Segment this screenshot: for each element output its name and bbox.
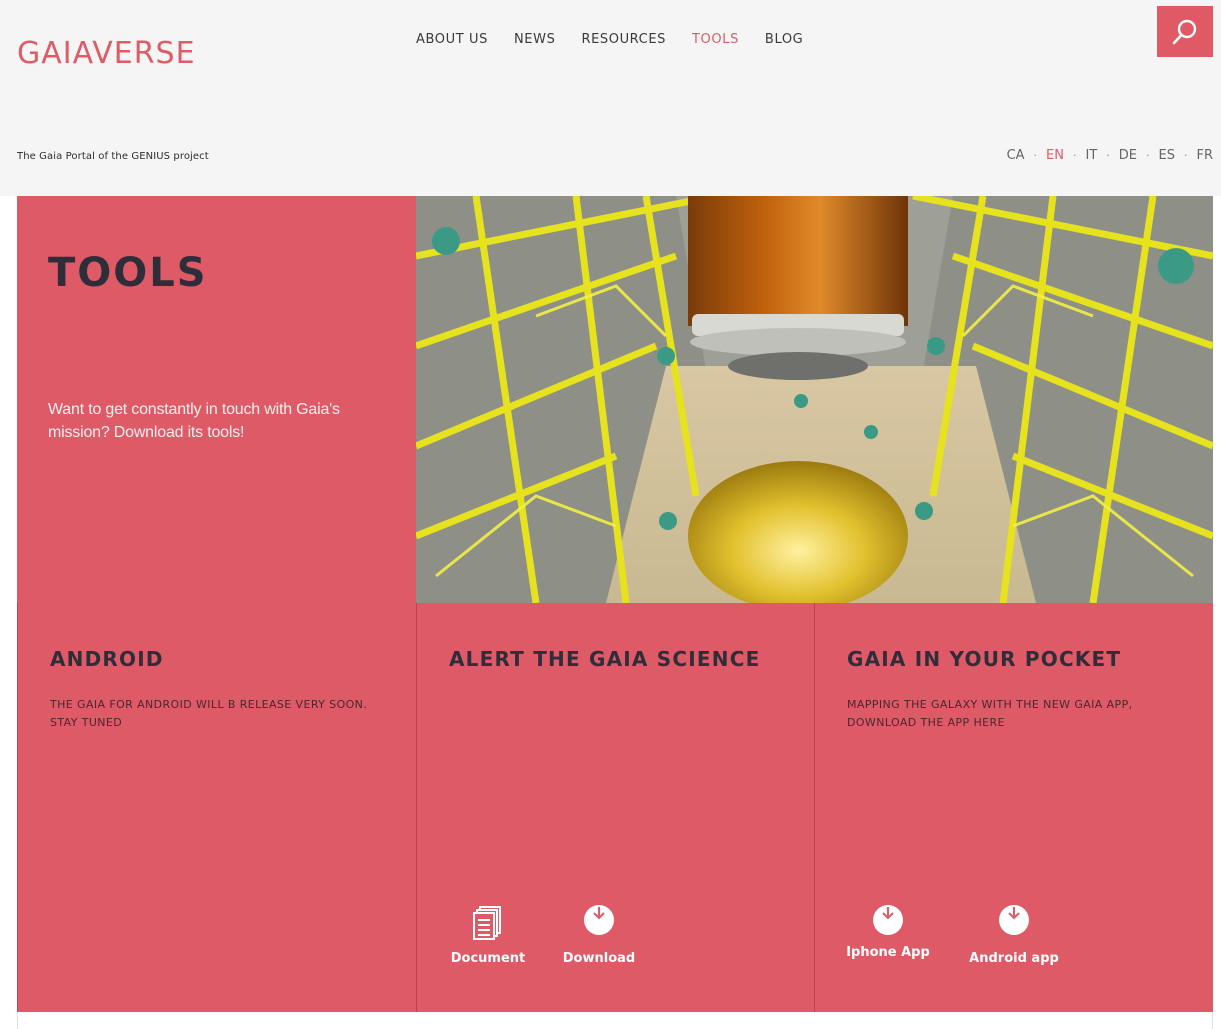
card-description: MAPPING THE GALAXY WITH THE NEW GAIA APP… xyxy=(847,698,1133,729)
hero-intro-text: Want to get constantly in touch with Gai… xyxy=(48,401,340,441)
page-footer-edge xyxy=(17,1012,1213,1029)
site-tagline: The Gaia Portal of the GENIUS project xyxy=(17,151,209,162)
nav-item-tools[interactable]: TOOLS xyxy=(692,32,739,48)
page: GAIAVERSE ABOUT US NEWS RESOURCES TOOLS … xyxy=(0,0,1221,1029)
hero-image xyxy=(416,196,1213,603)
site-logo[interactable]: GAIAVERSE xyxy=(17,36,196,71)
android-app-label: Android app xyxy=(969,951,1059,966)
lang-ca[interactable]: CA xyxy=(1007,148,1025,163)
document-link-label: Document xyxy=(450,951,526,966)
lang-separator: · xyxy=(1073,149,1077,162)
nav-item-blog[interactable]: BLOG xyxy=(765,32,803,48)
card-alert-gaia-science: ALERT THE GAIA SCIENCE Document Download xyxy=(416,603,814,1012)
lang-es[interactable]: ES xyxy=(1159,148,1175,163)
lang-separator: · xyxy=(1146,149,1150,162)
lang-separator: · xyxy=(1033,149,1038,162)
download-link[interactable]: Download xyxy=(559,905,639,966)
iphone-app-label: Iphone App xyxy=(846,945,930,960)
lang-de[interactable]: DE xyxy=(1119,148,1137,163)
nav-item-resources[interactable]: RESOURCES xyxy=(581,32,666,48)
document-icon xyxy=(473,906,501,940)
lang-it[interactable]: IT xyxy=(1086,148,1098,163)
card-android: ANDROID THE GAIA FOR ANDROID WILL B RELE… xyxy=(17,603,416,1012)
card-gaia-in-your-pocket: GAIA IN YOUR POCKET MAPPING THE GALAXY W… xyxy=(814,603,1213,1012)
card-title: ALERT THE GAIA SCIENCE xyxy=(449,647,761,671)
download-link-label: Download xyxy=(562,951,636,966)
lang-en[interactable]: EN xyxy=(1046,148,1064,163)
download-icon xyxy=(584,905,614,935)
nav-item-about-us[interactable]: ABOUT US xyxy=(416,32,488,48)
page-title: TOOLS xyxy=(48,250,208,296)
lang-separator: · xyxy=(1183,149,1188,162)
lang-fr[interactable]: FR xyxy=(1196,148,1213,163)
header: GAIAVERSE ABOUT US NEWS RESOURCES TOOLS … xyxy=(0,0,1221,196)
download-icon xyxy=(873,905,903,935)
document-link[interactable]: Document xyxy=(448,905,528,966)
card-title: GAIA IN YOUR POCKET xyxy=(847,647,1122,671)
card-description: THE GAIA FOR ANDROID WILL B RELEASE VERY… xyxy=(50,698,368,729)
spacecraft-assembly-photo xyxy=(416,196,1213,603)
search-icon xyxy=(1172,19,1197,44)
nav-item-news[interactable]: NEWS xyxy=(514,32,555,48)
hero-panel: TOOLS Want to get constantly in touch wi… xyxy=(17,196,416,603)
main-nav: ABOUT US NEWS RESOURCES TOOLS BLOG xyxy=(416,32,829,48)
card-title: ANDROID xyxy=(50,647,164,671)
search-button[interactable] xyxy=(1157,6,1213,57)
android-app-link[interactable]: Android app xyxy=(969,905,1059,966)
download-icon xyxy=(999,905,1029,935)
iphone-app-link[interactable]: Iphone App xyxy=(843,905,933,960)
language-switcher: CA · EN · IT · DE · ES · FR xyxy=(1007,148,1213,163)
lang-separator: · xyxy=(1106,149,1110,162)
